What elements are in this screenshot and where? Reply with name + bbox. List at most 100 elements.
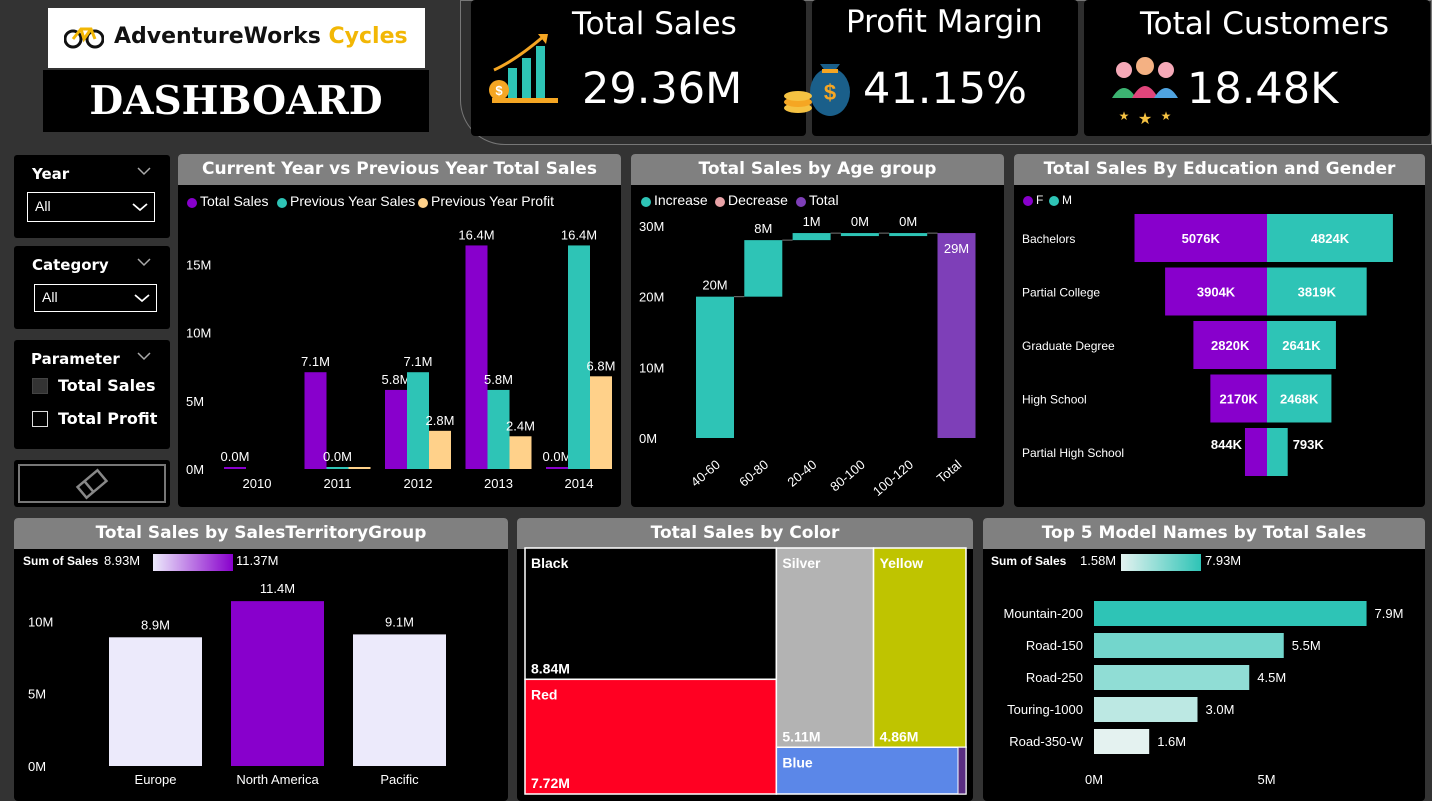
data-label: 7.1M [301,354,330,369]
tile-category-label: Red [531,686,557,702]
waterfall-bar [696,296,734,438]
bar-previous-year-sales [568,245,590,469]
checkbox-checked[interactable] [32,378,48,394]
x-tick-label: 100-120 [870,457,916,499]
category-label: Road-350-W [1009,734,1083,749]
x-tick-label: 2012 [404,476,433,491]
data-label: 20M [702,278,727,293]
data-label: 9.1M [385,614,414,629]
x-tick-label: 2011 [324,476,352,491]
parameter-option-total-sales[interactable]: Total Sales [32,376,162,397]
model-bar [1094,665,1250,690]
category-label: Road-250 [1026,670,1083,685]
bar-total-sales [224,467,246,469]
bar-total-sales [465,245,488,469]
treemap-tile-yellow [872,547,967,749]
data-label: 2.8M [426,413,455,428]
data-label: 0.0M [543,449,572,464]
logo-brand-accent: Cycles [328,24,408,49]
kpi-total-customers-title: Total Customers [1140,6,1389,42]
parameter-option-label: Total Sales [58,376,156,395]
waterfall-bar [792,233,831,241]
bar-f [1244,428,1267,476]
y-tick-label: 10M [639,360,664,375]
year-slicer: Year All [14,155,170,238]
bar-previous-year-profit [509,436,532,469]
category-dropdown-value: All [42,289,58,305]
kpi-card-profit-margin: $ Profit Margin 41.15% [784,0,1078,136]
sales-growth-chart-icon: $ [489,34,558,103]
waterfall-bar [840,233,879,237]
treemap-tile-silver [775,547,875,749]
data-label: 6.8M [587,358,616,373]
tile-category-label: Blue [782,754,813,770]
territory-panel: Total Sales by SalesTerritoryGroup Sum o… [14,518,508,801]
bar-previous-year-profit [348,467,371,469]
bar-previous-year-profit [590,376,612,469]
model-bar [1094,601,1367,626]
kpi-total-customers-value: 18.48K [1187,64,1339,114]
model-bar [1094,729,1150,754]
tile-value-label: 4.86M [880,728,919,744]
bar-previous-year-profit [429,430,451,469]
cy-vs-py-chart: 0M 5M 10M 15M 0.0M 2010 7.1M 0.0M 2011 5.8M 7.1M 2.… [186,227,616,491]
eraser-icon [75,468,109,500]
bar-previous-year-sales [326,467,349,469]
parameter-option-total-profit[interactable]: Total Profit [32,409,162,430]
chevron-down-icon[interactable] [136,257,152,267]
year-slicer-title: Year [32,165,70,183]
chevron-down-icon [132,203,148,212]
category-label: Partial High School [1022,446,1124,460]
category-dropdown[interactable]: All [34,284,157,312]
data-label: 5.8M [382,372,411,387]
y-tick-label: 10M [186,326,211,341]
education-gender-panel: Total Sales By Education and Gender F M … [1014,154,1425,507]
customers-group-icon: ★ ★ ★ [1112,57,1178,128]
tile-category-label: Yellow [880,555,924,571]
chevron-down-icon[interactable] [136,166,152,176]
y-tick-label: 30M [639,219,664,234]
chevron-down-icon[interactable] [136,351,152,361]
kpi-card-total-sales: $ Total Sales 29.36M [471,0,806,136]
money-bag-icon: $ [784,64,850,116]
kpi-card-total-customers: ★ ★ ★ Total Customers 18.48K [1084,0,1430,136]
year-dropdown[interactable]: All [27,192,155,222]
category-label: Mountain-200 [1004,606,1084,621]
color-panel: Total Sales by Color Black 8.84M Red 7.72M S… [517,518,973,801]
waterfall-bar [744,240,783,297]
data-label: 2.4M [506,418,535,433]
data-label: 16.4M [458,227,494,242]
x-tick-label: 2010 [243,476,272,491]
data-label: 3.0M [1206,702,1235,717]
color-treemap: Black 8.84M Red 7.72M Silver 5.11M Yellow 4.86M… [524,547,967,795]
top-models-panel: Top 5 Model Names by Total Sales Sum of … [983,518,1425,801]
territory-bar [353,634,446,766]
tile-category-label: Silver [782,555,821,571]
x-tick-label: 60-80 [736,457,771,490]
parameter-slicer: Parameter Total Sales Total Profit [14,340,170,449]
data-label-f: 3904K [1197,285,1236,300]
bar-total-sales [385,389,407,469]
x-tick-label: 2014 [565,476,594,491]
y-tick-label: 20M [639,290,664,305]
data-label-f: 2170K [1220,392,1259,407]
cy-vs-py-panel: Current Year vs Previous Year Total Sale… [178,154,621,507]
kpi-profit-margin-title: Profit Margin [846,4,1043,40]
data-label: 29M [944,241,969,256]
logo-brand-dark: AdventureWorks [114,24,321,49]
data-label: 0.0M [323,449,352,464]
territory-bar [231,601,324,766]
checkbox-unchecked[interactable] [32,411,48,427]
dashboard-title: DASHBOARD [89,78,383,124]
x-tick-label: 0M [1085,772,1103,787]
clear-filters-button[interactable] [14,460,170,507]
x-tick-label: 20-40 [784,457,819,490]
data-label-f: 844K [1211,437,1243,452]
svg-text:$: $ [495,83,503,98]
svg-text:★: ★ [1119,109,1130,123]
age-group-panel: Total Sales by Age group Increase Decrea… [631,154,1004,507]
data-label: 8.9M [141,617,170,632]
x-tick-label: 80-100 [827,457,868,495]
logo-box: AdventureWorks Cycles [48,8,425,68]
category-slicer: Category All [14,246,170,329]
